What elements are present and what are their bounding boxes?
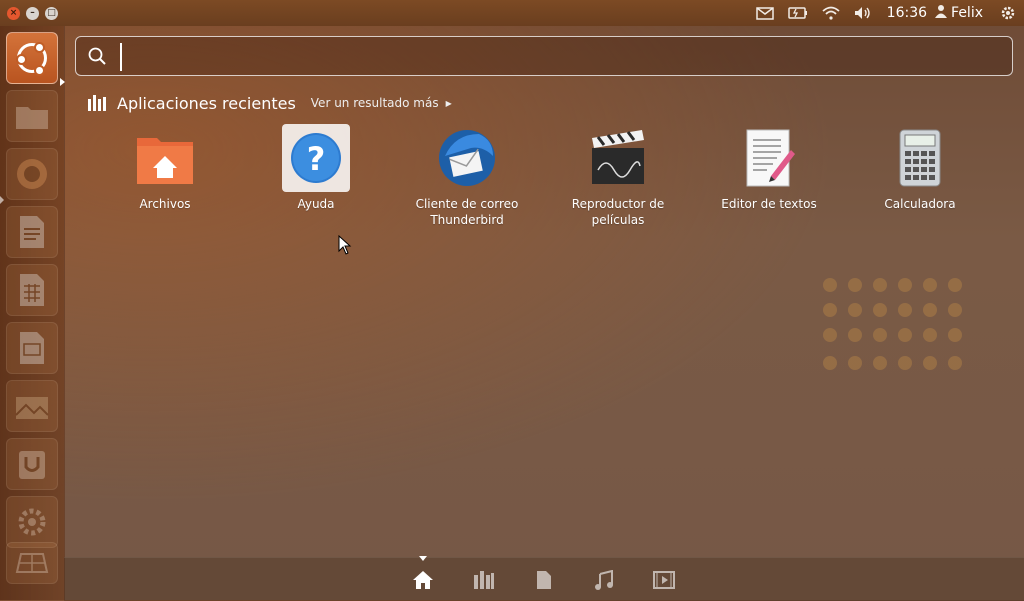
lens-video-button[interactable]: [652, 568, 676, 592]
app-label: Archivos: [139, 197, 191, 211]
user-menu[interactable]: Felix: [935, 4, 983, 22]
category-title: Aplicaciones recientes: [117, 93, 296, 113]
launcher-writer-button[interactable]: [6, 206, 58, 258]
launcher-photos-button[interactable]: [6, 380, 58, 432]
app-calculadora[interactable]: Calculadora: [845, 126, 995, 212]
clock[interactable]: 16:36: [887, 5, 927, 21]
launcher-active-arrow: [60, 78, 65, 86]
app-label: Calculadora: [884, 197, 956, 211]
user-icon: [935, 4, 948, 22]
calculator-icon: [888, 126, 952, 190]
mail-icon[interactable]: [755, 6, 774, 20]
top-panel: × – □ 16:36 Felix: [0, 0, 1024, 26]
minimize-window-button[interactable]: –: [26, 6, 39, 20]
folder-icon: [16, 107, 48, 129]
photos-icon: [15, 397, 49, 419]
launcher-running-arrow: [0, 196, 4, 204]
ubuntu-logo-icon: [16, 42, 47, 76]
text-editor-icon: [737, 126, 801, 190]
app-thunderbird[interactable]: Cliente de correo Thunderbird: [392, 126, 542, 228]
lens-applications-button[interactable]: [472, 568, 496, 592]
app-label-line2: películas: [591, 213, 645, 227]
app-label: Reproductor de: [571, 197, 665, 211]
user-name: Felix: [951, 5, 983, 21]
software-center-icon: [19, 451, 45, 479]
maximize-window-button[interactable]: □: [45, 6, 58, 20]
spreadsheet-icon: [20, 274, 44, 306]
active-lens-indicator: [419, 556, 427, 561]
close-window-button[interactable]: ×: [7, 6, 20, 20]
app-ayuda[interactable]: ? Ayuda: [241, 124, 391, 212]
wifi-icon[interactable]: [822, 6, 840, 20]
lens-files-button[interactable]: [532, 568, 556, 592]
app-archivos[interactable]: Archivos: [90, 126, 240, 212]
app-label: Cliente de correo: [415, 197, 519, 211]
document-icon: [20, 216, 44, 248]
launcher-dash-button[interactable]: [6, 32, 58, 84]
lens-bar: [64, 556, 1024, 601]
file-icon: [537, 571, 551, 589]
app-label: Editor de textos: [721, 197, 817, 211]
svg-text:?: ?: [307, 140, 326, 178]
launcher-files-button[interactable]: [6, 90, 58, 142]
see-more-label: Ver un resultado más: [310, 96, 439, 110]
firefox-icon: [17, 159, 47, 189]
app-label-line2: Thunderbird: [430, 213, 504, 227]
help-icon: ?: [282, 124, 350, 192]
app-reproductor[interactable]: Reproductor de películas: [543, 126, 693, 228]
mouse-cursor-icon: [338, 235, 352, 255]
launcher-settings-button[interactable]: [6, 496, 58, 548]
gear-icon[interactable]: [1000, 5, 1016, 21]
applications-icon: [474, 571, 494, 589]
launcher-impress-button[interactable]: [6, 322, 58, 374]
background-window-blur: [810, 255, 1000, 525]
app-label: Ayuda: [297, 197, 335, 211]
see-more-results-link[interactable]: Ver un resultado más ▶: [311, 96, 452, 110]
category-header: Aplicaciones recientes Ver un resultado …: [87, 91, 452, 115]
home-icon: [413, 571, 433, 589]
launcher-software-center-button[interactable]: [6, 438, 58, 490]
launcher-workspaces-button[interactable]: [6, 542, 58, 584]
video-icon: [653, 571, 675, 589]
volume-icon[interactable]: [854, 6, 872, 20]
app-editor[interactable]: Editor de textos: [694, 126, 844, 212]
settings-icon: [18, 508, 46, 536]
clapperboard-icon: [586, 126, 650, 190]
lens-home-button[interactable]: [411, 568, 435, 592]
launcher: [0, 26, 65, 600]
launcher-firefox-button[interactable]: [6, 148, 58, 200]
presentation-icon: [20, 332, 44, 364]
expand-arrow-icon: ▶: [445, 98, 452, 108]
lens-music-button[interactable]: [592, 568, 616, 592]
battery-icon[interactable]: [787, 7, 808, 19]
launcher-calc-button[interactable]: [6, 264, 58, 316]
search-input[interactable]: [120, 43, 1008, 71]
thunderbird-icon: [435, 126, 499, 190]
home-folder-icon: [133, 126, 197, 190]
music-icon: [595, 570, 613, 590]
search-icon: [88, 47, 106, 65]
applications-category-icon: [88, 95, 106, 111]
dash-search-box[interactable]: [75, 36, 1013, 76]
workspaces-icon: [15, 553, 49, 573]
indicator-area: 16:36 Felix: [749, 0, 1024, 26]
